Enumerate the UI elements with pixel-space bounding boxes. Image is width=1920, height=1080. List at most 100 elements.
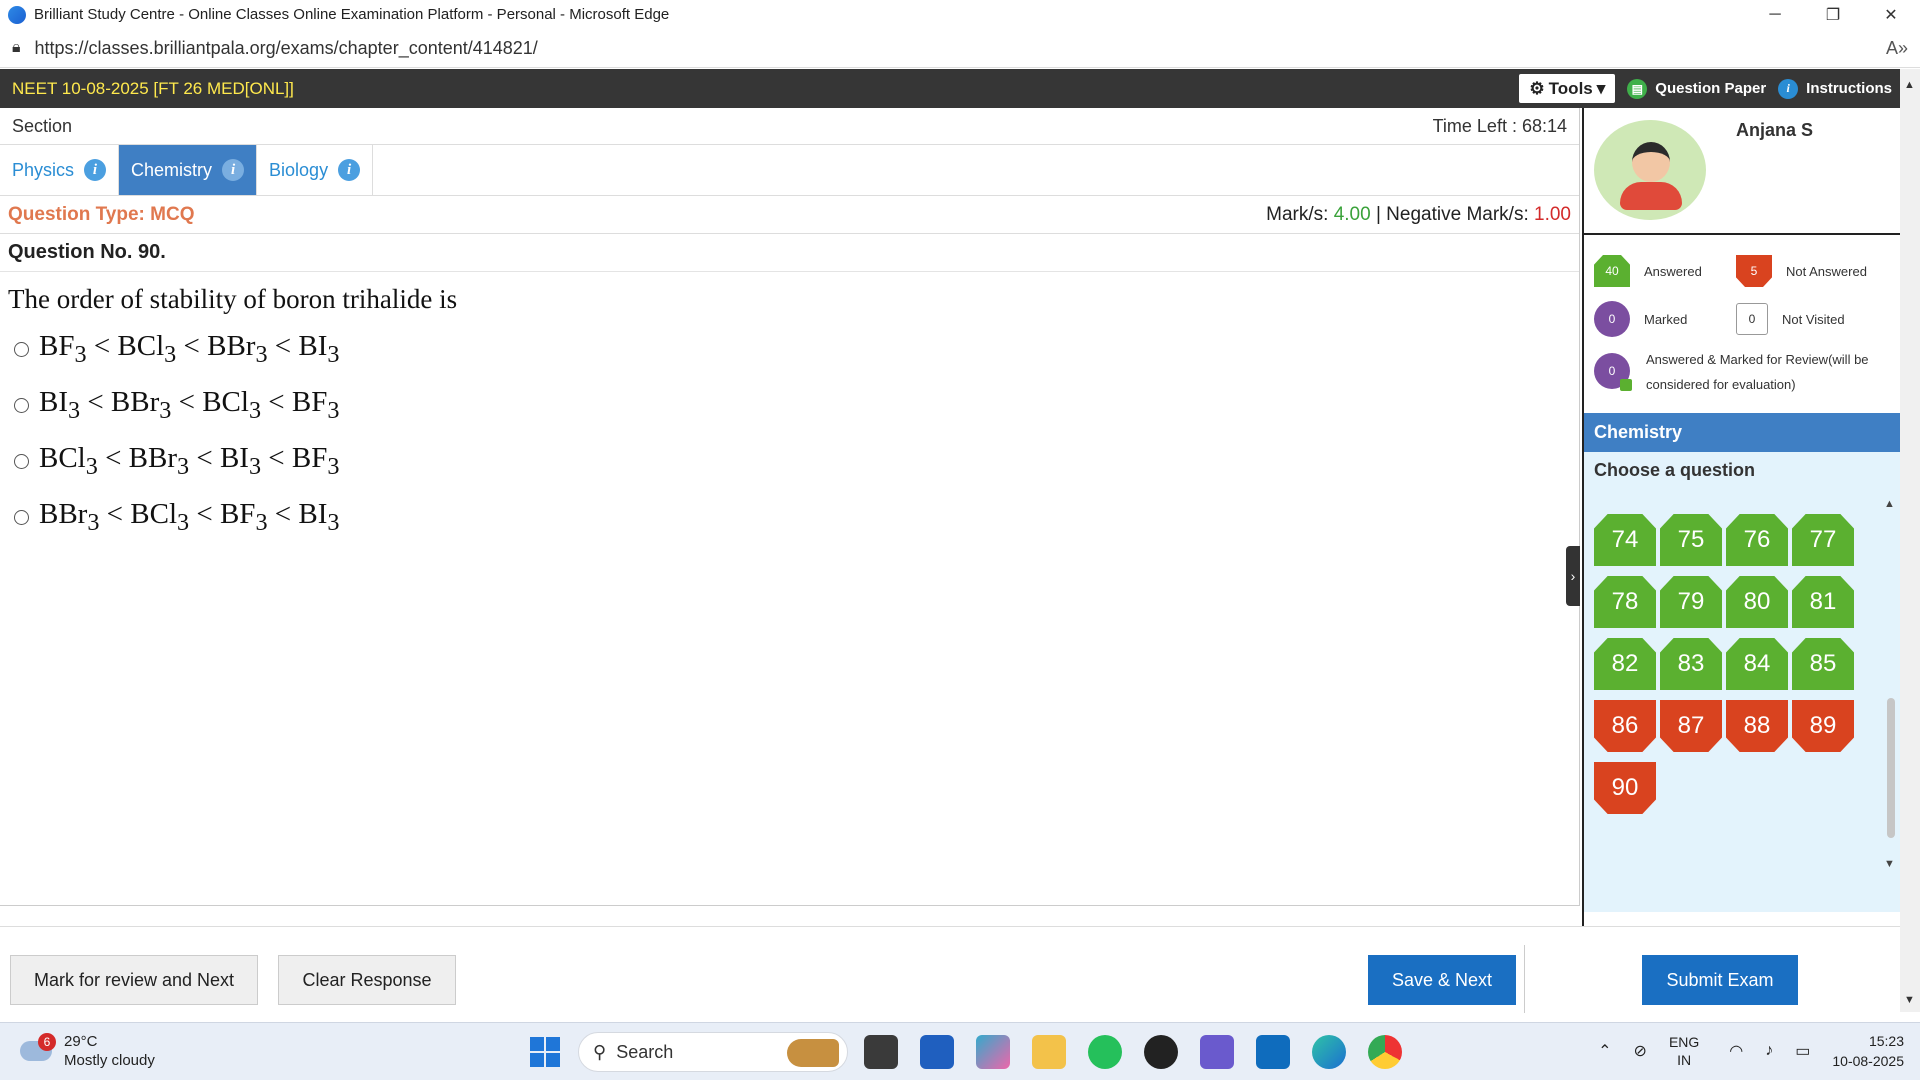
not-visited-icon: 0	[1736, 303, 1768, 335]
radio-button[interactable]	[14, 341, 29, 357]
copilot-icon[interactable]	[976, 1035, 1010, 1069]
tools-button[interactable]: ⚙ Tools ▾	[1519, 74, 1616, 103]
battery-icon[interactable]: ▭	[1795, 1041, 1810, 1061]
wifi-icon[interactable]: ◠	[1729, 1041, 1743, 1061]
page-scrollbar[interactable]: ▲ ▼	[1900, 69, 1920, 1012]
radio-button[interactable]	[14, 509, 29, 525]
marked-icon: 0	[1594, 301, 1630, 337]
pinned-apps	[864, 1035, 1402, 1069]
app-icon[interactable]	[1200, 1035, 1234, 1069]
whatsapp-icon[interactable]	[1088, 1035, 1122, 1069]
question-button-79[interactable]: 79	[1660, 576, 1722, 628]
option-1[interactable]: BF3 < BCl3 < BBr3 < BI3	[0, 321, 1579, 377]
clock[interactable]: 15:23 10-08-2025	[1832, 1031, 1904, 1071]
question-button-88[interactable]: 88	[1726, 700, 1788, 752]
url-text[interactable]: https://classes.brilliantpala.org/exams/…	[35, 38, 538, 59]
restore-icon[interactable]: ❐	[1804, 0, 1862, 29]
file-explorer-icon[interactable]	[1032, 1035, 1066, 1069]
info-icon[interactable]: i	[222, 159, 245, 181]
time-left-label: Time Left :	[1432, 115, 1522, 136]
language-indicator[interactable]: ENG IN	[1669, 1033, 1699, 1069]
tab-biology[interactable]: Biology i	[257, 145, 374, 195]
task-view-icon[interactable]	[864, 1035, 898, 1069]
taskbar-search[interactable]: ⚲ Search	[578, 1032, 848, 1072]
scroll-thumb[interactable]	[1887, 698, 1895, 838]
question-button-74[interactable]: 74	[1594, 514, 1656, 566]
option-4[interactable]: BBr3 < BCl3 < BF3 < BI3	[0, 489, 1579, 545]
weather-badge: 6	[38, 1033, 56, 1051]
lion-image-icon	[787, 1039, 839, 1067]
edge-icon[interactable]	[1312, 1035, 1346, 1069]
not-answered-icon: 5	[1736, 255, 1772, 287]
document-icon: ▤	[1627, 78, 1648, 99]
answered-icon: 40	[1594, 255, 1630, 287]
collapse-sidebar-button[interactable]: ›	[1566, 546, 1580, 606]
mark-review-button[interactable]: Mark for review and Next	[10, 955, 258, 1005]
question-button-86[interactable]: 86	[1594, 700, 1656, 752]
save-next-button[interactable]: Save & Next	[1368, 955, 1516, 1005]
windows-start-icon[interactable]	[530, 1037, 560, 1067]
avatar-head-icon	[1632, 142, 1670, 182]
exam-title: NEET 10-08-2025 [FT 26 MED[ONL]]	[12, 78, 294, 98]
question-button-82[interactable]: 82	[1594, 638, 1656, 690]
submit-exam-button[interactable]: Submit Exam	[1642, 955, 1798, 1005]
section-row: Section Time Left : 68:14	[0, 108, 1579, 145]
option-text[interactable]: BBr3 < BCl3 < BF3 < BI3	[39, 498, 339, 537]
radio-button[interactable]	[14, 453, 29, 469]
dell-icon[interactable]	[1144, 1035, 1178, 1069]
question-panel: Section Time Left : 68:14 Physics i Chem…	[0, 108, 1580, 906]
lock-icon[interactable]: 🔒︎	[12, 39, 21, 57]
question-button-77[interactable]: 77	[1792, 514, 1854, 566]
question-button-85[interactable]: 85	[1792, 638, 1854, 690]
scroll-down-icon[interactable]: ▼	[1904, 994, 1915, 1006]
question-button-84[interactable]: 84	[1726, 638, 1788, 690]
question-button-87[interactable]: 87	[1660, 700, 1722, 752]
question-button-89[interactable]: 89	[1792, 700, 1854, 752]
option-3[interactable]: BCl3 < BBr3 < BI3 < BF3	[0, 433, 1579, 489]
option-text[interactable]: BCl3 < BBr3 < BI3 < BF3	[39, 442, 339, 481]
tab-label: Physics	[12, 159, 75, 180]
question-button-80[interactable]: 80	[1726, 576, 1788, 628]
palette-scrollbar[interactable]: ▲ ▼	[1884, 498, 1898, 870]
tab-chemistry[interactable]: Chemistry i	[119, 145, 258, 195]
user-name: Anjana S	[1736, 120, 1814, 140]
info-icon[interactable]: i	[84, 159, 107, 181]
chrome-icon[interactable]	[1368, 1035, 1402, 1069]
weather-widget[interactable]: 6 29°C Mostly cloudy	[20, 1032, 155, 1070]
address-bar[interactable]: 🔒︎ https://classes.brilliantpala.org/exa…	[0, 29, 1920, 68]
radio-button[interactable]	[14, 397, 29, 413]
option-2[interactable]: BI3 < BBr3 < BCl3 < BF3	[0, 377, 1579, 433]
question-button-78[interactable]: 78	[1594, 576, 1656, 628]
question-button-75[interactable]: 75	[1660, 514, 1722, 566]
option-text[interactable]: BI3 < BBr3 < BCl3 < BF3	[39, 386, 339, 425]
close-icon[interactable]: ✕	[1862, 0, 1920, 29]
marks-info: Mark/s: 4.00 | Negative Mark/s: 1.00	[1266, 204, 1571, 226]
chevron-up-icon[interactable]: ⌃	[1598, 1041, 1611, 1061]
volume-icon[interactable]: ♪	[1765, 1042, 1773, 1060]
question-number: Question No. 90.	[0, 234, 1579, 272]
clear-response-button[interactable]: Clear Response	[278, 955, 456, 1005]
question-button-76[interactable]: 76	[1726, 514, 1788, 566]
scroll-up-icon[interactable]: ▲	[1904, 79, 1915, 91]
question-button-81[interactable]: 81	[1792, 576, 1854, 628]
question-button-83[interactable]: 83	[1660, 638, 1722, 690]
scroll-up-icon[interactable]: ▲	[1884, 498, 1895, 510]
options-list: BF3 < BCl3 < BBr3 < BI3 BI3 < BBr3 < BCl…	[0, 321, 1579, 545]
divider	[1524, 945, 1525, 1013]
question-button-90[interactable]: 90	[1594, 762, 1656, 814]
scroll-down-icon[interactable]: ▼	[1884, 858, 1895, 870]
network-off-icon[interactable]: ⊘	[1634, 1041, 1647, 1061]
outlook-icon[interactable]	[1256, 1035, 1290, 1069]
tab-physics[interactable]: Physics i	[0, 145, 120, 195]
time: 15:23	[1868, 1033, 1904, 1049]
option-text[interactable]: BF3 < BCl3 < BBr3 < BI3	[39, 330, 339, 369]
read-aloud-icon[interactable]: A»	[1886, 38, 1908, 59]
info-icon[interactable]: i	[338, 159, 361, 181]
avatar	[1594, 120, 1706, 220]
question-paper-link[interactable]: ▤ Question Paper	[1627, 78, 1766, 99]
status-legend: 40 Answered 5 Not Answered 0 Marked 0 Not Vi…	[1584, 235, 1900, 397]
minimize-icon[interactable]: ─	[1746, 0, 1804, 29]
instructions-link[interactable]: i Instructions	[1778, 78, 1892, 99]
store-icon[interactable]	[920, 1035, 954, 1069]
search-label: Search	[616, 1041, 674, 1062]
